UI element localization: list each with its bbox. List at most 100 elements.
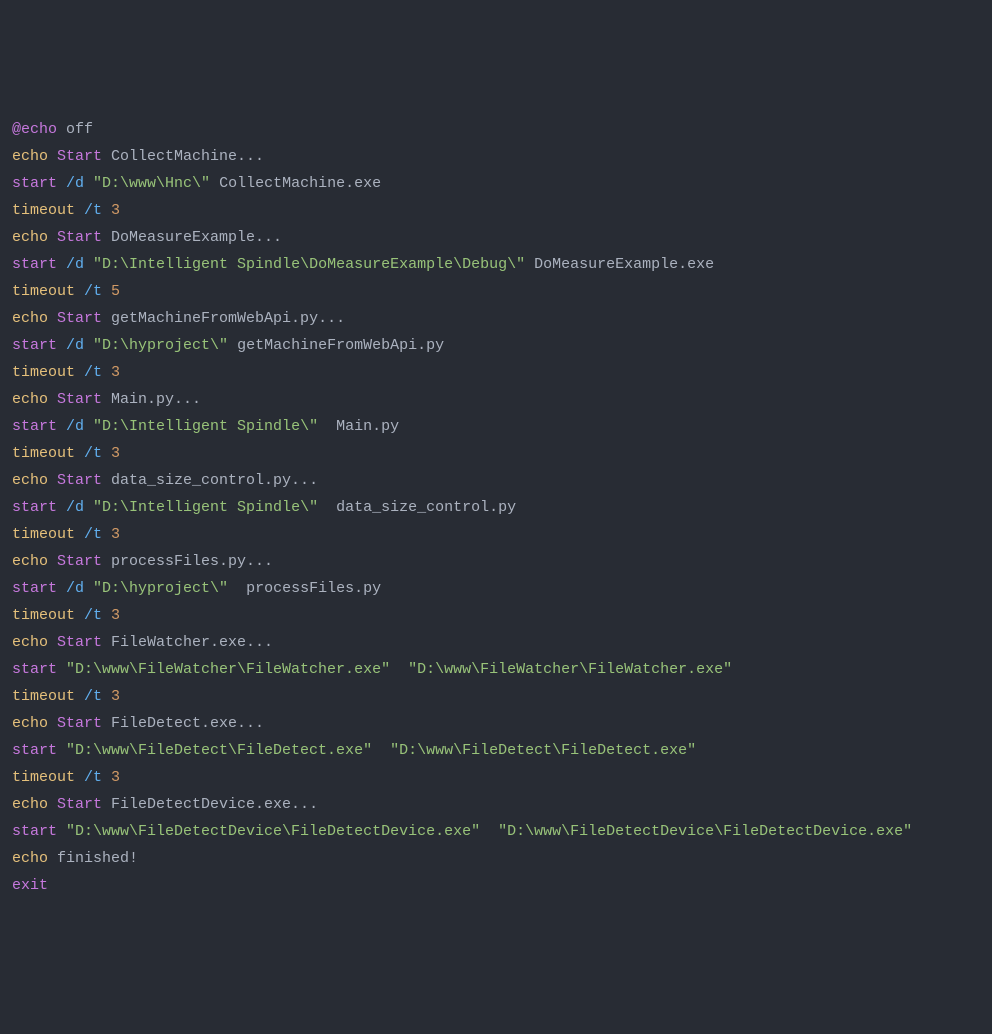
code-line: timeout /t 3 — [12, 683, 980, 710]
code-token: FileDetect.exe... — [111, 715, 264, 732]
code-token: "D:\hyproject\" — [93, 580, 246, 597]
code-token: "D:\www\FileDetectDevice\FileDetectDevic… — [498, 823, 912, 840]
code-token: "D:\Intelligent Spindle\" — [93, 499, 336, 516]
code-token: processFiles.py — [246, 580, 381, 597]
code-token: /t — [84, 688, 111, 705]
code-token: "D:\www\FileDetect\FileDetect.exe" — [66, 742, 390, 759]
code-line: timeout /t 5 — [12, 278, 980, 305]
code-token: /t — [84, 769, 111, 786]
code-token: timeout — [12, 283, 84, 300]
code-token: @echo — [12, 121, 66, 138]
code-line: echo finished! — [12, 845, 980, 872]
code-token: /d — [66, 175, 93, 192]
code-block: @echo offecho Start CollectMachine...sta… — [12, 116, 980, 899]
code-token: DoMeasureExample... — [111, 229, 282, 246]
code-token: /t — [84, 607, 111, 624]
code-line: start /d "D:\Intelligent Spindle\" Main.… — [12, 413, 980, 440]
code-token: Start — [57, 229, 111, 246]
code-line: start "D:\www\FileDetect\FileDetect.exe"… — [12, 737, 980, 764]
code-token: /d — [66, 580, 93, 597]
code-token: FileWatcher.exe... — [111, 634, 273, 651]
code-token: start — [12, 823, 66, 840]
code-line: start /d "D:\www\Hnc\" CollectMachine.ex… — [12, 170, 980, 197]
code-token: timeout — [12, 688, 84, 705]
code-token: echo — [12, 472, 57, 489]
code-token: Start — [57, 391, 111, 408]
code-token: exit — [12, 877, 48, 894]
code-token: start — [12, 418, 66, 435]
code-token: 3 — [111, 607, 120, 624]
code-token: timeout — [12, 526, 84, 543]
code-token: "D:\www\FileDetectDevice\FileDetectDevic… — [66, 823, 498, 840]
code-token: echo — [12, 391, 57, 408]
code-token: Start — [57, 472, 111, 489]
code-token: data_size_control.py — [336, 499, 516, 516]
code-token: Start — [57, 715, 111, 732]
code-token: DoMeasureExample.exe — [534, 256, 714, 273]
code-token: 3 — [111, 769, 120, 786]
code-token: echo — [12, 553, 57, 570]
code-token: start — [12, 175, 66, 192]
code-line: echo Start FileDetectDevice.exe... — [12, 791, 980, 818]
code-line: timeout /t 3 — [12, 197, 980, 224]
code-line: start "D:\www\FileWatcher\FileWatcher.ex… — [12, 656, 980, 683]
code-token: Start — [57, 148, 111, 165]
code-line: timeout /t 3 — [12, 521, 980, 548]
code-line: echo Start FileWatcher.exe... — [12, 629, 980, 656]
code-line: start /d "D:\hyproject\" processFiles.py — [12, 575, 980, 602]
code-token: /t — [84, 283, 111, 300]
code-token: processFiles.py... — [111, 553, 273, 570]
code-line: echo Start FileDetect.exe... — [12, 710, 980, 737]
code-line: exit — [12, 872, 980, 899]
code-token: /t — [84, 526, 111, 543]
code-line: @echo off — [12, 116, 980, 143]
code-token: /d — [66, 499, 93, 516]
code-token: timeout — [12, 364, 84, 381]
code-token: echo — [12, 850, 57, 867]
code-line: timeout /t 3 — [12, 764, 980, 791]
code-token: echo — [12, 715, 57, 732]
code-token: /d — [66, 418, 93, 435]
code-line: start /d "D:\hyproject\" getMachineFromW… — [12, 332, 980, 359]
code-line: echo Start Main.py... — [12, 386, 980, 413]
code-token: timeout — [12, 445, 84, 462]
code-line: echo Start data_size_control.py... — [12, 467, 980, 494]
code-token: Start — [57, 553, 111, 570]
code-token: echo — [12, 229, 57, 246]
code-line: timeout /t 3 — [12, 602, 980, 629]
code-token: "D:\www\FileWatcher\FileWatcher.exe" — [408, 661, 732, 678]
code-token: "D:\www\Hnc\" — [93, 175, 219, 192]
code-line: echo Start getMachineFromWebApi.py... — [12, 305, 980, 332]
code-token: start — [12, 580, 66, 597]
code-token: start — [12, 742, 66, 759]
code-token: echo — [12, 148, 57, 165]
code-token: start — [12, 499, 66, 516]
code-token: start — [12, 256, 66, 273]
code-token: data_size_control.py... — [111, 472, 318, 489]
code-token: /t — [84, 202, 111, 219]
code-token: CollectMachine... — [111, 148, 264, 165]
code-token: "D:\Intelligent Spindle\" — [93, 418, 336, 435]
code-token: start — [12, 337, 66, 354]
code-token: FileDetectDevice.exe... — [111, 796, 318, 813]
code-token: "D:\hyproject\" — [93, 337, 237, 354]
code-token: finished! — [57, 850, 138, 867]
code-token: start — [12, 661, 66, 678]
code-token: Main.py — [336, 418, 399, 435]
code-token: Start — [57, 634, 111, 651]
code-token: timeout — [12, 607, 84, 624]
code-token: "D:\www\FileWatcher\FileWatcher.exe" — [66, 661, 408, 678]
code-token: 3 — [111, 526, 120, 543]
code-token: getMachineFromWebApi.py... — [111, 310, 345, 327]
code-token: off — [66, 121, 93, 138]
code-line: start /d "D:\Intelligent Spindle\DoMeasu… — [12, 251, 980, 278]
code-token: 3 — [111, 445, 120, 462]
code-token: /t — [84, 364, 111, 381]
code-line: echo Start DoMeasureExample... — [12, 224, 980, 251]
code-token: timeout — [12, 202, 84, 219]
code-line: start "D:\www\FileDetectDevice\FileDetec… — [12, 818, 980, 845]
code-line: timeout /t 3 — [12, 440, 980, 467]
code-token: echo — [12, 310, 57, 327]
code-token: 3 — [111, 202, 120, 219]
code-token: /d — [66, 337, 93, 354]
